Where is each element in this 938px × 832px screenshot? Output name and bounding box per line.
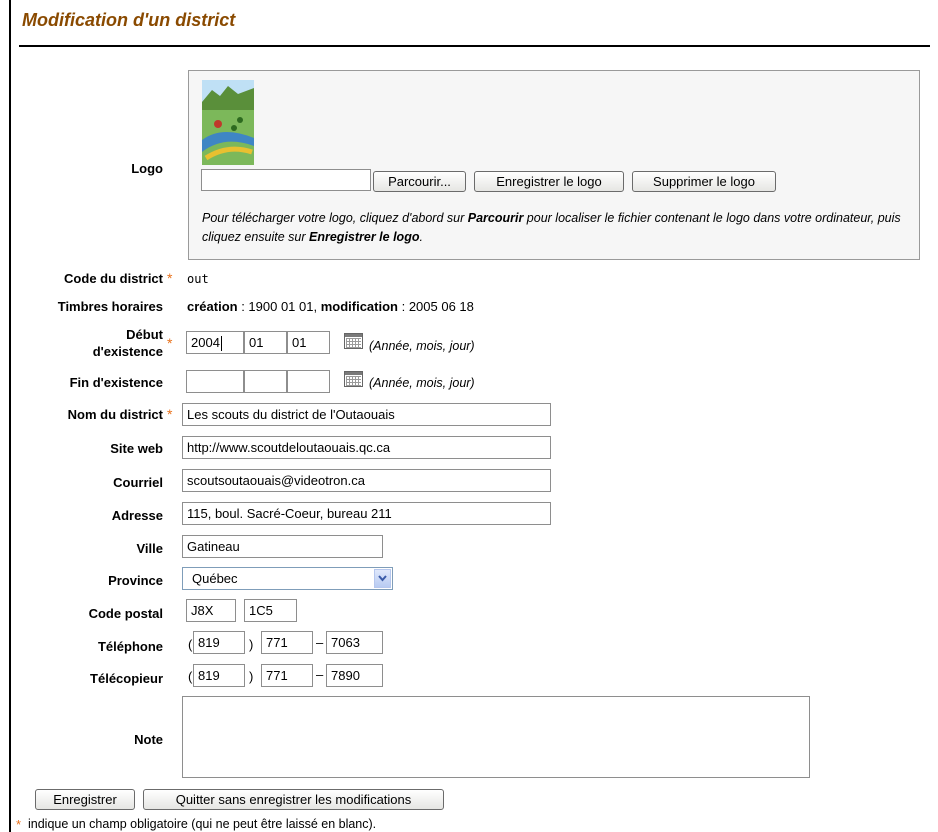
postal-code-part2-input[interactable]: 1C5 (244, 599, 297, 622)
address-input[interactable]: 115, boul. Sacré-Coeur, bureau 211 (182, 502, 551, 525)
timestamps-label: Timbres horaires (57, 299, 163, 314)
province-selected-value: Québec (192, 571, 238, 586)
save-button[interactable]: Enregistrer (35, 789, 135, 810)
logo-help-text: Pour télécharger votre logo, cliquez d'a… (202, 211, 901, 244)
fax-dash: – (316, 667, 324, 682)
title-divider (19, 45, 930, 47)
required-marker: * (16, 817, 22, 832)
calendar-icon[interactable] (344, 333, 363, 349)
district-name-input[interactable]: Les scouts du district de l'Outaouais (182, 403, 551, 426)
code-district-label: Code du district (64, 271, 163, 286)
fax-label: Télécopieur (90, 671, 163, 686)
delete-logo-button[interactable]: Supprimer le logo (632, 171, 776, 192)
end-date-label: Fin d'existence (69, 375, 163, 390)
fax-close-paren: ) (249, 669, 254, 684)
phone-area-input[interactable]: 819 (193, 631, 245, 654)
phone-open-paren: ( (188, 637, 193, 652)
district-logo-image (202, 80, 254, 165)
start-year-input[interactable]: 2004 (186, 331, 244, 354)
required-marker: * (167, 335, 173, 351)
phone-dash: – (316, 635, 324, 650)
district-name-label: Nom du district (67, 407, 163, 422)
page-title: Modification d'un district (22, 10, 236, 30)
province-select[interactable]: Québec (182, 567, 393, 590)
postal-code-label: Code postal (88, 606, 163, 621)
start-day-input[interactable]: 01 (287, 331, 330, 354)
phone-close-paren: ) (249, 637, 254, 652)
chevron-down-icon[interactable] (374, 569, 391, 588)
note-label: Note (134, 732, 163, 747)
fax-number-input[interactable]: 7890 (326, 664, 383, 687)
calendar-icon[interactable] (344, 371, 363, 387)
fax-open-paren: ( (188, 669, 193, 684)
website-label: Site web (110, 441, 163, 456)
website-input[interactable]: http://www.scoutdeloutaouais.qc.ca (182, 436, 551, 459)
text-cursor (220, 336, 222, 352)
logo-label: Logo (131, 161, 163, 176)
timestamps-value: création : 1900 01 01, modification : 20… (187, 299, 474, 314)
save-logo-button[interactable]: Enregistrer le logo (474, 171, 624, 192)
end-year-input[interactable] (186, 370, 244, 393)
required-marker: * (167, 406, 173, 422)
city-input[interactable]: Gatineau (182, 535, 383, 558)
city-label: Ville (136, 541, 163, 556)
quit-without-saving-button[interactable]: Quitter sans enregistrer les modificatio… (143, 789, 444, 810)
end-month-input[interactable] (244, 370, 287, 393)
start-date-hint: (Année, mois, jour) (369, 339, 475, 353)
note-textarea[interactable] (182, 696, 810, 778)
postal-code-part1-input[interactable]: J8X (186, 599, 236, 622)
required-marker: * (167, 270, 173, 286)
fax-exchange-input[interactable]: 771 (261, 664, 313, 687)
province-label: Province (108, 573, 163, 588)
code-district-value: out (187, 272, 209, 286)
browse-button[interactable]: Parcourir... (373, 171, 466, 192)
end-date-hint: (Année, mois, jour) (369, 376, 475, 390)
end-day-input[interactable] (287, 370, 330, 393)
logo-panel: Parcourir... Enregistrer le logo Supprim… (188, 70, 920, 260)
address-label: Adresse (111, 508, 163, 523)
start-month-input[interactable]: 01 (244, 331, 287, 354)
phone-number-input[interactable]: 7063 (326, 631, 383, 654)
phone-exchange-input[interactable]: 771 (261, 631, 313, 654)
logo-file-input[interactable] (201, 169, 371, 191)
start-date-label: Début d'existence (92, 327, 163, 359)
required-field-note: indique un champ obligatoire (qui ne peu… (28, 817, 377, 831)
email-label: Courriel (113, 475, 163, 490)
email-input[interactable]: scoutsoutaouais@videotron.ca (182, 469, 551, 492)
phone-label: Téléphone (97, 639, 163, 654)
fax-area-input[interactable]: 819 (193, 664, 245, 687)
